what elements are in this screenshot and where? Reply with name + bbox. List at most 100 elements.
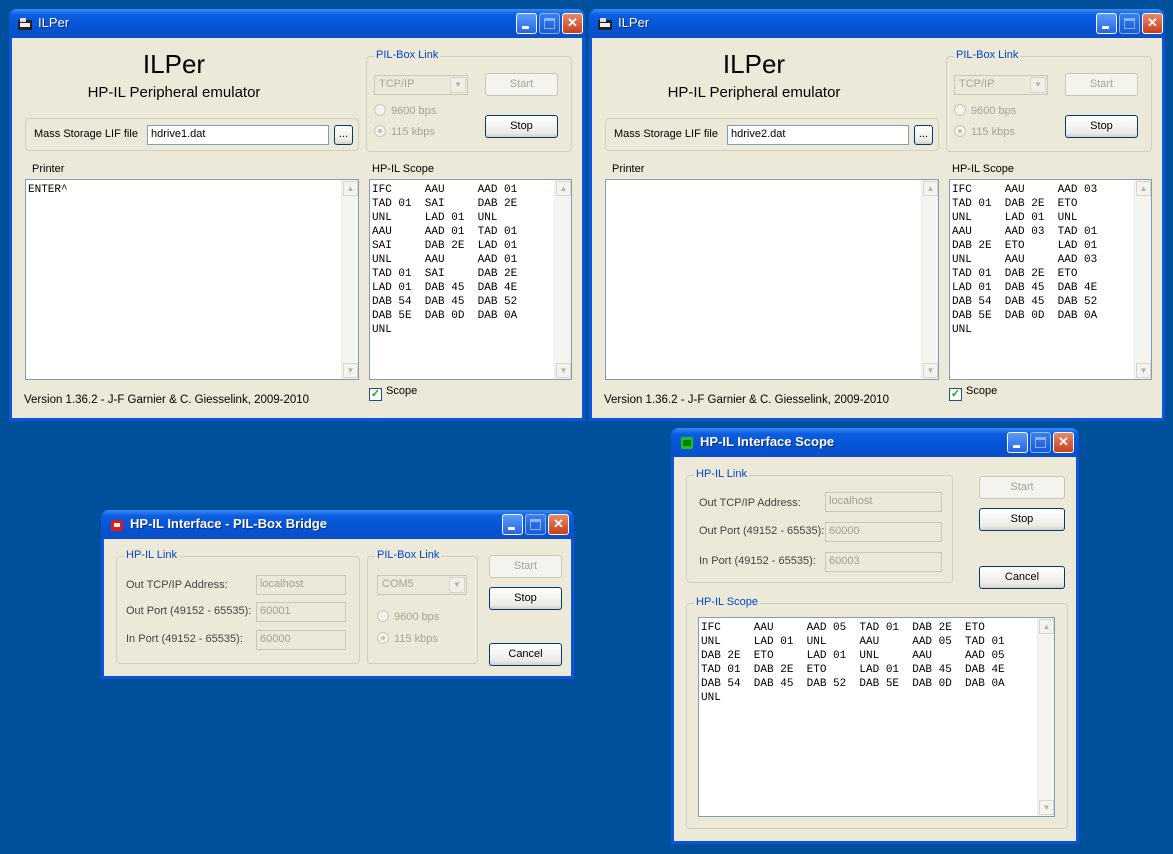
minimize-button[interactable] [502,514,523,535]
stop-button[interactable]: Stop [1065,115,1138,138]
close-icon: ✕ [567,15,578,30]
scroll-down-icon[interactable]: ▼ [556,363,571,378]
mass-storage-label: Mass Storage LIF file [34,128,138,140]
browse-button[interactable]: ... [914,125,933,145]
scroll-up-icon[interactable]: ▲ [556,181,571,196]
radio-115k[interactable]: 115 kbps [954,125,1015,138]
mass-storage-input[interactable]: hdrive2.dat [727,125,909,145]
checkbox-label: Scope [386,385,418,397]
radio-dot [377,610,389,622]
start-button[interactable]: Start [1065,73,1138,96]
maximize-button[interactable] [1119,13,1140,34]
scroll-up-icon[interactable]: ▲ [1136,181,1151,196]
scope-output[interactable]: IFC AAU AAD 01 TAD 01 SAI DAB 2E UNL LAD… [369,179,572,380]
minimize-button[interactable] [1096,13,1117,34]
minimize-button[interactable] [1007,432,1028,453]
out-port-field[interactable]: 60001 [256,602,346,622]
stop-button[interactable]: Stop [979,508,1065,531]
minimize-icon [508,527,515,530]
radio-9600[interactable]: 9600 bps [954,104,1016,117]
in-port-field[interactable]: 60003 [825,552,942,572]
radio-dot [954,104,966,116]
hpil-link-group: HP-IL Link Out TCP/IP Address: localhost… [686,468,953,583]
port-select[interactable]: TCP/IP ▼ [954,75,1048,95]
start-button[interactable]: Start [485,73,558,96]
scrollbar[interactable]: ▲ ▼ [1037,618,1054,816]
scope-checkbox[interactable]: ✓ Scope [949,385,997,401]
radio-dot [377,632,389,644]
printer-text [606,180,938,186]
scope-output[interactable]: IFC AAU AAD 05 TAD 01 DAB 2E ETO UNL LAD… [698,617,1055,817]
radio-label: 9600 bps [971,105,1017,117]
group-label: PIL-Box Link [374,49,441,61]
scope-text: IFC AAU AAD 03 TAD 01 DAB 2E ETO UNL LAD… [952,184,1098,336]
port-select[interactable]: TCP/IP ▼ [374,75,468,95]
radio-115k[interactable]: 115 kbps [374,125,435,138]
printer-output[interactable]: ▲ ▼ [605,179,939,380]
ilper-window-2: ILPer ✕ ILPer HP-IL Peripheral emulator … [589,9,1165,421]
scroll-up-icon[interactable]: ▲ [343,181,358,196]
maximize-button[interactable] [525,514,546,535]
scope-checkbox[interactable]: ✓ Scope [369,385,417,401]
in-port-label: In Port (49152 - 65535): [699,555,816,567]
radio-115k[interactable]: 115 kbps [377,632,438,645]
scroll-up-icon[interactable]: ▲ [923,181,938,196]
titlebar[interactable]: HP-IL Interface - PIL-Box Bridge ✕ [101,510,574,539]
minimize-icon [1102,26,1109,29]
titlebar[interactable]: ILPer ✕ [9,9,585,38]
close-button[interactable]: ✕ [1053,432,1074,453]
com-port-value: COM5 [382,578,414,590]
scroll-down-icon[interactable]: ▼ [1136,363,1151,378]
checkmark-icon: ✓ [369,388,382,401]
scroll-up-icon[interactable]: ▲ [1039,619,1054,634]
in-port-field[interactable]: 60000 [256,630,346,650]
close-icon: ✕ [1147,15,1158,30]
scroll-down-icon[interactable]: ▼ [1039,800,1054,815]
cancel-button[interactable]: Cancel [489,643,562,666]
mass-storage-input[interactable]: hdrive1.dat [147,125,329,145]
maximize-button[interactable] [1030,432,1051,453]
start-button[interactable]: Start [979,476,1065,499]
com-port-select[interactable]: COM5 ▼ [377,575,467,595]
radio-label: 115 kbps [394,633,438,645]
chevron-down-icon: ▼ [450,77,466,93]
close-icon: ✕ [553,516,564,531]
close-button[interactable]: ✕ [562,13,583,34]
scope-output[interactable]: IFC AAU AAD 03 TAD 01 DAB 2E ETO UNL LAD… [949,179,1152,380]
pilbox-link-group: PIL-Box Link COM5 ▼ 9600 bps 115 kbps [367,549,478,664]
maximize-button[interactable] [539,13,560,34]
maximize-icon [1035,437,1046,448]
start-button[interactable]: Start [489,555,562,578]
maximize-icon [544,18,555,29]
scrollbar[interactable]: ▲ ▼ [921,180,938,379]
scroll-down-icon[interactable]: ▼ [343,363,358,378]
scroll-down-icon[interactable]: ▼ [923,363,938,378]
minimize-button[interactable] [516,13,537,34]
out-address-field[interactable]: localhost [825,492,942,512]
version-text: Version 1.36.2 - J-F Garnier & C. Giesse… [604,394,890,406]
titlebar[interactable]: ILPer ✕ [589,9,1165,38]
scope-group: HP-IL Scope IFC AAU AAD 05 TAD 01 DAB 2E… [686,596,1068,829]
app-icon [18,18,32,30]
maximize-icon [1124,18,1135,29]
scrollbar[interactable]: ▲ ▼ [1134,180,1151,379]
radio-9600[interactable]: 9600 bps [374,104,436,117]
titlebar[interactable]: HP-IL Interface Scope ✕ [671,428,1079,457]
scope-label: HP-IL Scope [372,163,434,175]
out-address-label: Out TCP/IP Address: [699,497,801,509]
out-port-field[interactable]: 60000 [825,522,942,542]
close-button[interactable]: ✕ [1142,13,1163,34]
printer-output[interactable]: ENTER^ ▲ ▼ [25,179,359,380]
group-label: HP-IL Link [124,549,179,561]
scrollbar[interactable]: ▲ ▼ [554,180,571,379]
close-button[interactable]: ✕ [548,514,569,535]
scrollbar[interactable]: ▲ ▼ [341,180,358,379]
out-address-field[interactable]: localhost [256,575,346,595]
checkbox-label: Scope [966,385,998,397]
radio-9600[interactable]: 9600 bps [377,610,439,623]
close-icon: ✕ [1058,434,1069,449]
stop-button[interactable]: Stop [485,115,558,138]
stop-button[interactable]: Stop [489,587,562,610]
cancel-button[interactable]: Cancel [979,566,1065,589]
browse-button[interactable]: ... [334,125,353,145]
